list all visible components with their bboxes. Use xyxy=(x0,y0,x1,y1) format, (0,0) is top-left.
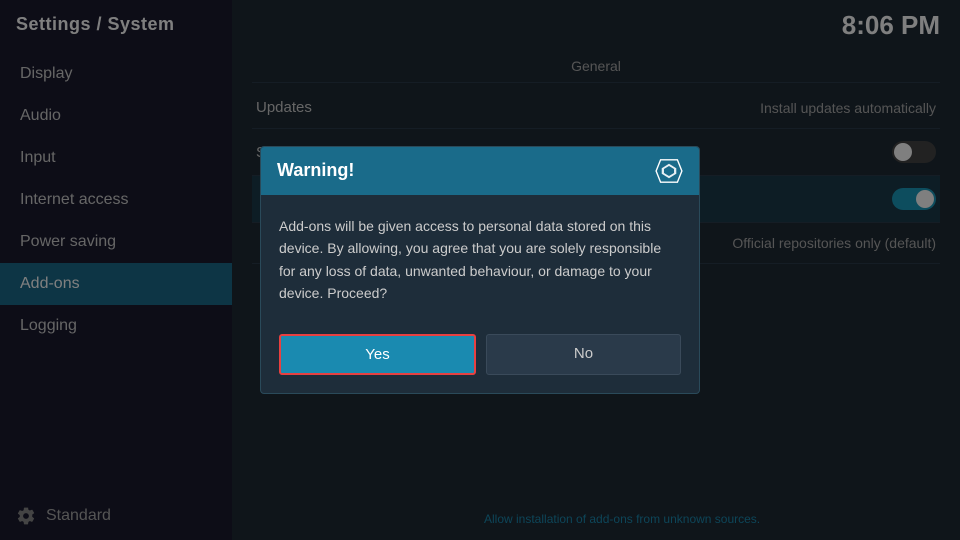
dialog-header: Warning! xyxy=(261,147,699,195)
dialog-title: Warning! xyxy=(277,160,354,181)
dialog-buttons: Yes No xyxy=(261,324,699,393)
dialog-body: Add-ons will be given access to personal… xyxy=(261,195,699,325)
no-button[interactable]: No xyxy=(486,334,681,375)
kodi-icon xyxy=(655,157,683,185)
modal-overlay: Warning! Add-ons will be given access to… xyxy=(0,0,960,540)
yes-button[interactable]: Yes xyxy=(279,334,476,375)
warning-dialog: Warning! Add-ons will be given access to… xyxy=(260,146,700,395)
